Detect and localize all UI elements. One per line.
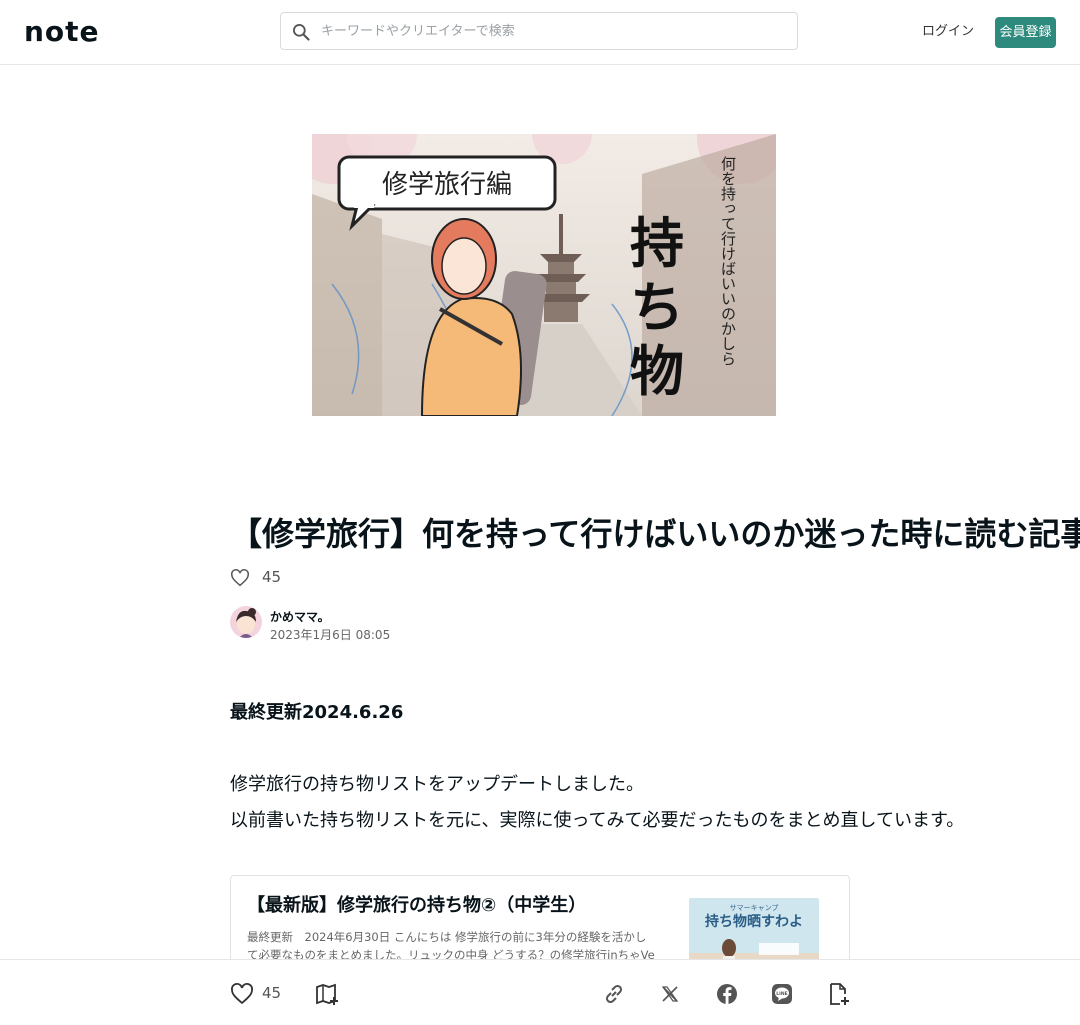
search-input[interactable] bbox=[321, 21, 781, 41]
body-paragraph-1: 修学旅行の持ち物リストをアップデートしました。 bbox=[230, 774, 644, 795]
card-thumb-sub: サマーキャンプ bbox=[730, 904, 779, 912]
hero-bubble-text: 修学旅行編 bbox=[382, 170, 512, 200]
hero-big-char-3: 物 bbox=[630, 340, 684, 403]
body-paragraph-2: 以前書いた持ち物リストを元に、実際に使ってみて必要だったものをまとめ直しています… bbox=[230, 810, 965, 831]
login-link[interactable]: ログイン bbox=[918, 22, 978, 42]
hero-big-char-1: 持 bbox=[630, 212, 684, 275]
card-thumb-title: 持ち物晒すわよ bbox=[705, 913, 803, 930]
author-block[interactable]: かめママ。 2023年1月6日 08:05 bbox=[230, 606, 630, 642]
note-logo[interactable]: note bbox=[24, 18, 100, 46]
svg-text:LINE: LINE bbox=[776, 991, 787, 997]
link-icon[interactable] bbox=[602, 982, 626, 1006]
bottom-action-bar: 45 LINE bbox=[0, 959, 1080, 1025]
site-header: note ログイン 会員登録 bbox=[0, 0, 1080, 65]
search-icon bbox=[293, 24, 310, 41]
magazine-add-icon[interactable] bbox=[315, 982, 339, 1006]
card-title[interactable]: 【最新版】修学旅行の持ち物②（中学生） bbox=[247, 894, 586, 918]
hero-vertical-text: 何を持って行けばいいのかしら bbox=[719, 156, 737, 366]
line-icon[interactable]: LINE bbox=[771, 982, 793, 1006]
signup-button[interactable]: 会員登録 bbox=[995, 17, 1056, 48]
heart-icon[interactable] bbox=[230, 569, 250, 587]
publish-date: 2023年1月6日 08:05 bbox=[270, 628, 391, 642]
hero-illustration: 修学旅行編 持 ち 物 何を持って行けばいいのかしら bbox=[312, 134, 776, 416]
x-twitter-icon[interactable] bbox=[660, 982, 680, 1006]
like-count: 45 bbox=[262, 568, 282, 586]
author-name[interactable]: かめママ。 bbox=[270, 608, 330, 625]
hero-big-char-2: ち bbox=[630, 276, 684, 339]
article-title: 【修学旅行】何を持って行けばいいのか迷った時に読む記事 bbox=[230, 515, 1080, 553]
bottom-like-count: 45 bbox=[262, 984, 282, 1002]
hero-image: 修学旅行編 持 ち 物 何を持って行けばいいのかしら bbox=[312, 134, 776, 416]
last-updated: 最終更新2024.6.26 bbox=[230, 702, 404, 723]
like-heart-icon[interactable] bbox=[230, 982, 254, 1006]
search-box[interactable] bbox=[280, 12, 798, 50]
embed-add-icon[interactable] bbox=[828, 982, 850, 1006]
facebook-icon[interactable] bbox=[716, 982, 738, 1006]
author-avatar[interactable] bbox=[230, 606, 262, 638]
